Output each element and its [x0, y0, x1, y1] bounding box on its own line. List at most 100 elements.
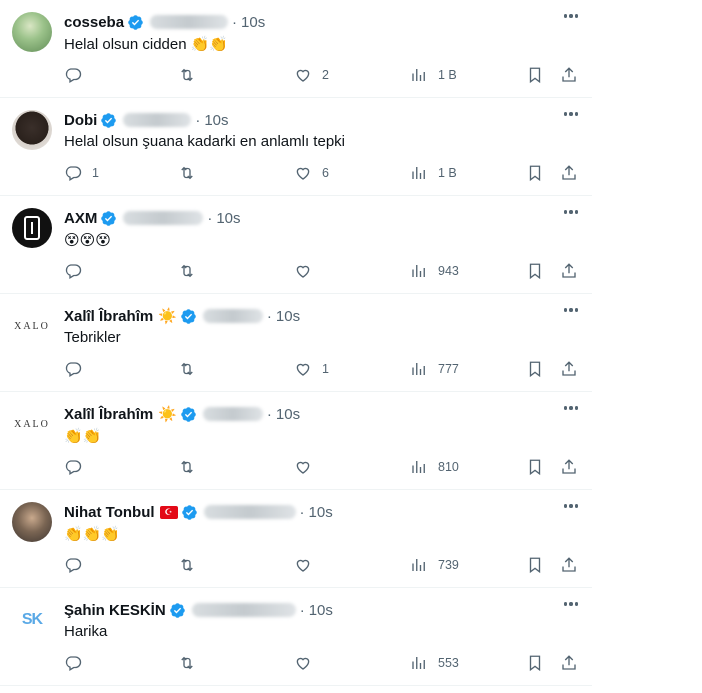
views-button[interactable]: 943 [410, 260, 459, 282]
display-name[interactable]: Nihat Tonbul [64, 504, 155, 521]
share-button[interactable] [560, 456, 578, 478]
tweet[interactable]: SK Şahin KESKİN · 10s Harika 553 [0, 588, 592, 686]
timestamp[interactable]: 10s [216, 210, 240, 227]
handle-blurred[interactable] [203, 505, 296, 519]
bookmark-button[interactable] [526, 162, 544, 184]
display-name[interactable]: Dobi [64, 112, 97, 129]
retweet-button[interactable] [178, 554, 206, 576]
like-button[interactable] [294, 554, 322, 576]
tweet-text: Harika [64, 623, 108, 640]
views-button[interactable]: 1 B [410, 64, 457, 86]
tweet[interactable]: AXM · 10s 😵😵😵 943 [0, 196, 592, 294]
tweet[interactable]: XALO Xalîl Îbrahîm ☀️ · 10s 👏👏 810 [0, 392, 592, 490]
reply-button[interactable] [64, 260, 92, 282]
views-button[interactable]: 777 [410, 358, 459, 380]
action-bar: 2 1 B [64, 64, 580, 86]
timestamp[interactable]: 10s [276, 308, 300, 325]
timestamp[interactable]: 10s [276, 406, 300, 423]
more-icon[interactable] [563, 14, 578, 18]
avatar[interactable] [12, 110, 52, 150]
share-button[interactable] [560, 64, 578, 86]
tweet-text: Helal olsun cidden 👏👏 [64, 36, 229, 53]
more-icon[interactable] [563, 406, 578, 410]
like-button[interactable]: 1 [294, 358, 329, 380]
share-button[interactable] [560, 260, 578, 282]
bookmark-button[interactable] [526, 358, 544, 380]
views-button[interactable]: 553 [410, 652, 459, 674]
handle-blurred[interactable] [150, 15, 229, 29]
retweet-button[interactable] [178, 162, 206, 184]
handle-blurred[interactable] [123, 211, 204, 225]
action-bar: 1 6 1 B [64, 162, 580, 184]
handle-blurred[interactable] [191, 603, 296, 617]
views-button[interactable]: 810 [410, 456, 459, 478]
display-name[interactable]: AXM [64, 210, 97, 227]
retweet-button[interactable] [178, 64, 206, 86]
tweet[interactable]: Dobi · 10s Helal olsun şuana kadarki en … [0, 98, 592, 196]
reply-button[interactable] [64, 456, 92, 478]
more-icon[interactable] [563, 504, 578, 508]
reply-button[interactable] [64, 652, 92, 674]
display-name[interactable]: Şahin KESKİN [64, 602, 166, 619]
timestamp[interactable]: 10s [241, 14, 265, 31]
tweet-text: Helal olsun şuana kadarki en anlamlı tep… [64, 133, 345, 150]
like-button[interactable] [294, 260, 322, 282]
avatar[interactable]: XALO [12, 306, 52, 346]
handle-blurred[interactable] [202, 309, 263, 323]
handle-blurred[interactable] [123, 113, 192, 127]
bookmark-button[interactable] [526, 554, 544, 576]
views-button[interactable]: 1 B [410, 162, 457, 184]
action-bar: 553 [64, 652, 580, 674]
bookmark-button[interactable] [526, 260, 544, 282]
retweet-icon [181, 68, 193, 82]
avatar[interactable]: XALO [12, 404, 52, 444]
reply-button[interactable]: 1 [64, 162, 99, 184]
more-icon[interactable] [563, 602, 578, 606]
display-name[interactable]: Xalîl Îbrahîm [64, 308, 153, 325]
more-icon[interactable] [563, 112, 578, 116]
avatar[interactable] [12, 208, 52, 248]
timestamp[interactable]: 10s [204, 112, 228, 129]
timestamp[interactable]: 10s [309, 504, 333, 521]
separator-dot: · [232, 13, 238, 31]
tweet[interactable]: cosseba · 10s Helal olsun cidden 👏👏 2 1 … [0, 0, 592, 98]
display-name[interactable]: Xalîl Îbrahîm [64, 406, 153, 423]
share-button[interactable] [560, 652, 578, 674]
retweet-button[interactable] [178, 456, 206, 478]
retweet-button[interactable] [178, 260, 206, 282]
bookmark-icon [529, 557, 541, 574]
verified-badge-icon [181, 406, 196, 422]
retweet-button[interactable] [178, 652, 206, 674]
reply-button[interactable] [64, 358, 92, 380]
like-button[interactable] [294, 652, 322, 674]
heart-icon [296, 559, 310, 572]
like-button[interactable] [294, 456, 322, 478]
share-button[interactable] [560, 358, 578, 380]
tweet-text: 😵😵😵 [64, 232, 111, 249]
more-icon[interactable] [563, 308, 578, 312]
avatar[interactable] [12, 502, 52, 542]
handle-blurred[interactable] [202, 407, 263, 421]
replies-feed: cosseba · 10s Helal olsun cidden 👏👏 2 1 … [0, 0, 592, 686]
like-button[interactable]: 2 [294, 64, 329, 86]
like-button[interactable]: 6 [294, 162, 329, 184]
retweet-button[interactable] [178, 358, 206, 380]
reply-button[interactable] [64, 554, 92, 576]
share-icon [562, 557, 576, 572]
bookmark-button[interactable] [526, 456, 544, 478]
separator-dot: · [266, 405, 272, 423]
display-name[interactable]: cosseba [64, 14, 124, 31]
share-button[interactable] [560, 554, 578, 576]
tweet[interactable]: Nihat Tonbul ☪ · 10s 👏👏👏 739 [0, 490, 592, 588]
timestamp[interactable]: 10s [309, 602, 333, 619]
avatar[interactable] [12, 12, 52, 52]
share-icon [562, 361, 576, 376]
reply-button[interactable] [64, 64, 92, 86]
tweet[interactable]: XALO Xalîl Îbrahîm ☀️ · 10s Tebrikler 1 … [0, 294, 592, 392]
more-icon[interactable] [563, 210, 578, 214]
bookmark-button[interactable] [526, 64, 544, 86]
views-button[interactable]: 739 [410, 554, 459, 576]
share-button[interactable] [560, 162, 578, 184]
bookmark-button[interactable] [526, 652, 544, 674]
avatar[interactable]: SK [12, 600, 52, 640]
